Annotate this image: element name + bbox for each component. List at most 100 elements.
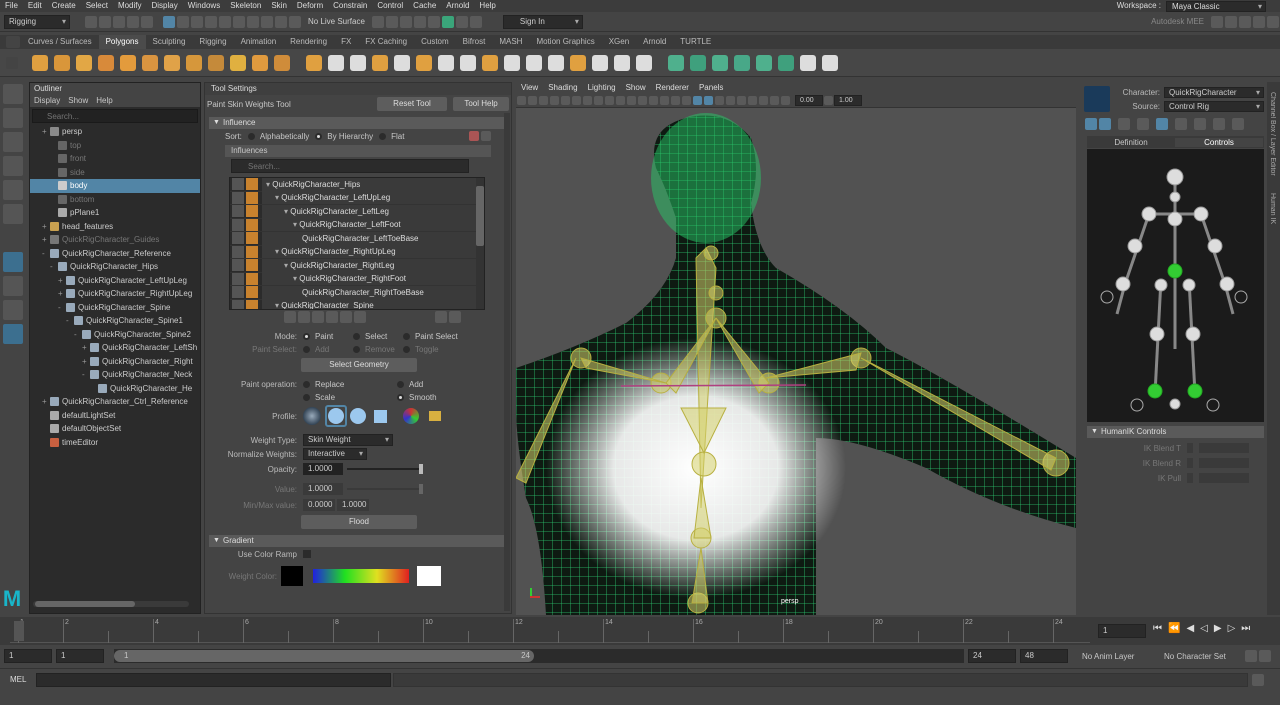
step-back-key-icon[interactable]: ⏪ [1165,623,1183,634]
vp-exposure-field[interactable]: 0.00 [795,95,823,106]
vp-tool-icon-16[interactable] [682,96,691,105]
shelf-tool-icon-27[interactable] [614,54,630,71]
viewport-menu-view[interactable]: View [516,82,543,94]
shelf-tool-icon-23[interactable] [526,54,542,71]
outliner-item[interactable]: - QuickRigCharacter_Spine2 [30,328,200,342]
hik-full-body-icon[interactable] [1085,118,1097,130]
command-input[interactable] [36,672,392,687]
ik-blend-r-field[interactable] [1199,458,1249,468]
influence-item[interactable]: ▾ QuickRigCharacter_RightUpLeg [230,245,484,259]
expand-icon[interactable]: + [42,125,50,139]
profile-square-icon[interactable] [374,409,387,423]
vp-tool-icon-1[interactable] [517,96,526,105]
play-back-icon[interactable]: ◁ [1197,623,1211,634]
select-component-icon[interactable] [191,15,203,28]
hypershade-icon[interactable] [427,15,440,28]
hik-mirror-icon[interactable] [1175,118,1187,130]
folder-icon[interactable] [429,411,441,421]
menu-display[interactable]: Display [147,0,183,12]
influence-item[interactable]: ▾ QuickRigCharacter_LeftUpLeg [230,191,484,205]
viewport-canvas[interactable]: persp [516,108,1076,615]
sort-alpha-radio[interactable] [247,132,255,140]
mode-paint-radio[interactable] [303,333,310,340]
outliner-search-input[interactable] [33,110,183,122]
vp-tool-icon-23[interactable] [759,96,768,105]
outliner-item[interactable]: bottom [30,193,200,207]
shelf-tool-icon-4[interactable] [98,54,114,71]
shelf-tool-icon-36[interactable] [822,54,838,71]
shelf-tab-custom[interactable]: Custom [414,35,456,49]
vp-tool-icon-19[interactable] [715,96,724,105]
hik-key-icon[interactable] [1156,118,1168,130]
influence-item[interactable]: ▾ QuickRigCharacter_LeftLeg [230,204,484,219]
lock-icon[interactable] [246,272,258,285]
influence-tool-icon-2[interactable] [298,311,310,323]
shelf-tool-icon-17[interactable] [394,54,410,71]
script-editor-icon[interactable] [1252,673,1265,686]
profile-gaussian-icon[interactable] [303,407,321,425]
profile-soft-icon[interactable] [325,405,347,427]
sort-flat-radio[interactable] [379,132,387,140]
outliner-item[interactable]: + head_features [30,220,200,234]
history-icon[interactable] [371,15,384,28]
influence-tool-icon-3[interactable] [312,311,324,323]
ik-pull-field[interactable] [1199,473,1249,483]
outliner-item[interactable]: body [30,179,200,193]
lock-icon[interactable] [246,299,258,309]
snap-point-icon[interactable] [247,15,259,28]
outliner-item[interactable]: - QuickRigCharacter_Spine1 [30,314,200,328]
redo-icon[interactable] [141,15,153,28]
reset-tool-button[interactable]: Reset Tool [377,97,447,111]
ik-blend-t-slider[interactable] [1187,443,1193,453]
opacity-slider[interactable] [347,464,423,474]
shelf-tool-icon-25[interactable] [570,54,586,71]
menu-control[interactable]: Control [372,0,408,12]
gradient-section[interactable]: Gradient [209,535,507,547]
normalize-dropdown[interactable]: Interactive [303,448,367,460]
collapse-icon[interactable]: - [50,260,58,274]
step-forward-icon[interactable]: ▷ [1225,623,1239,634]
weight-type-dropdown[interactable]: Skin Weight [303,434,393,446]
workspace-dropdown[interactable]: Maya Classic [1166,0,1266,12]
menu-file[interactable]: File [0,0,23,12]
viewport-panel[interactable]: View Shading Lighting Show Renderer Panels 0.… [516,82,1076,615]
menu-help[interactable]: Help [474,0,500,12]
shelf-tool-icon-18[interactable] [416,54,432,71]
shelf-tool-icon-19[interactable] [438,54,454,71]
shelf-tab-fx[interactable]: FX [334,35,358,49]
outliner-item[interactable]: defaultObjectSet [30,422,200,436]
preferences-icon[interactable] [1259,650,1271,662]
vp-tool-icon-20[interactable] [726,96,735,105]
shelf-tool-icon-22[interactable] [504,54,520,71]
max-value-field[interactable]: 1.0000 [337,499,369,511]
hik-reset-icon[interactable] [1194,118,1206,130]
scale-tool-icon[interactable] [3,204,23,224]
shelf-tool-icon-9[interactable] [208,54,224,71]
outliner-item[interactable]: + QuickRigCharacter_LeftSh [30,341,200,355]
influence-item[interactable]: ▾ QuickRigCharacter_LeftFoot [230,218,484,232]
vp-smooth-shade-icon[interactable] [704,96,713,105]
menu-skeleton[interactable]: Skeleton [225,0,266,12]
outliner-item[interactable]: side [30,166,200,180]
range-bar[interactable]: 1 24 [114,649,964,663]
hik-tpose-icon[interactable] [1213,118,1225,130]
op-smooth-radio[interactable] [397,394,404,401]
character-dropdown[interactable]: QuickRigCharacter [1164,86,1264,98]
hik-selection-icon[interactable] [1118,118,1130,130]
lock-icon[interactable] [246,178,258,191]
influence-scrollbar[interactable] [476,178,484,309]
shelf-tool-icon-5[interactable] [120,54,136,71]
shelf-tool-icon-8[interactable] [186,54,202,71]
eye-icon[interactable] [232,272,244,285]
viewport-menu-show[interactable]: Show [621,82,651,94]
influence-item[interactable]: ▾ QuickRigCharacter_Hips [230,178,484,192]
influence-section[interactable]: Influence [209,117,507,129]
lasso-tool-icon[interactable] [3,108,23,128]
vp-tool-icon-15[interactable] [671,96,680,105]
go-to-start-icon[interactable]: ⏮ [1150,623,1165,634]
shelf-tab-arnold[interactable]: Arnold [636,35,673,49]
shelf-tab-motion-graphics[interactable]: Motion Graphics [529,35,601,49]
expand-icon[interactable]: + [58,287,66,301]
paint-select-tool-icon[interactable] [3,132,23,152]
collapse-icon[interactable]: - [74,328,82,342]
